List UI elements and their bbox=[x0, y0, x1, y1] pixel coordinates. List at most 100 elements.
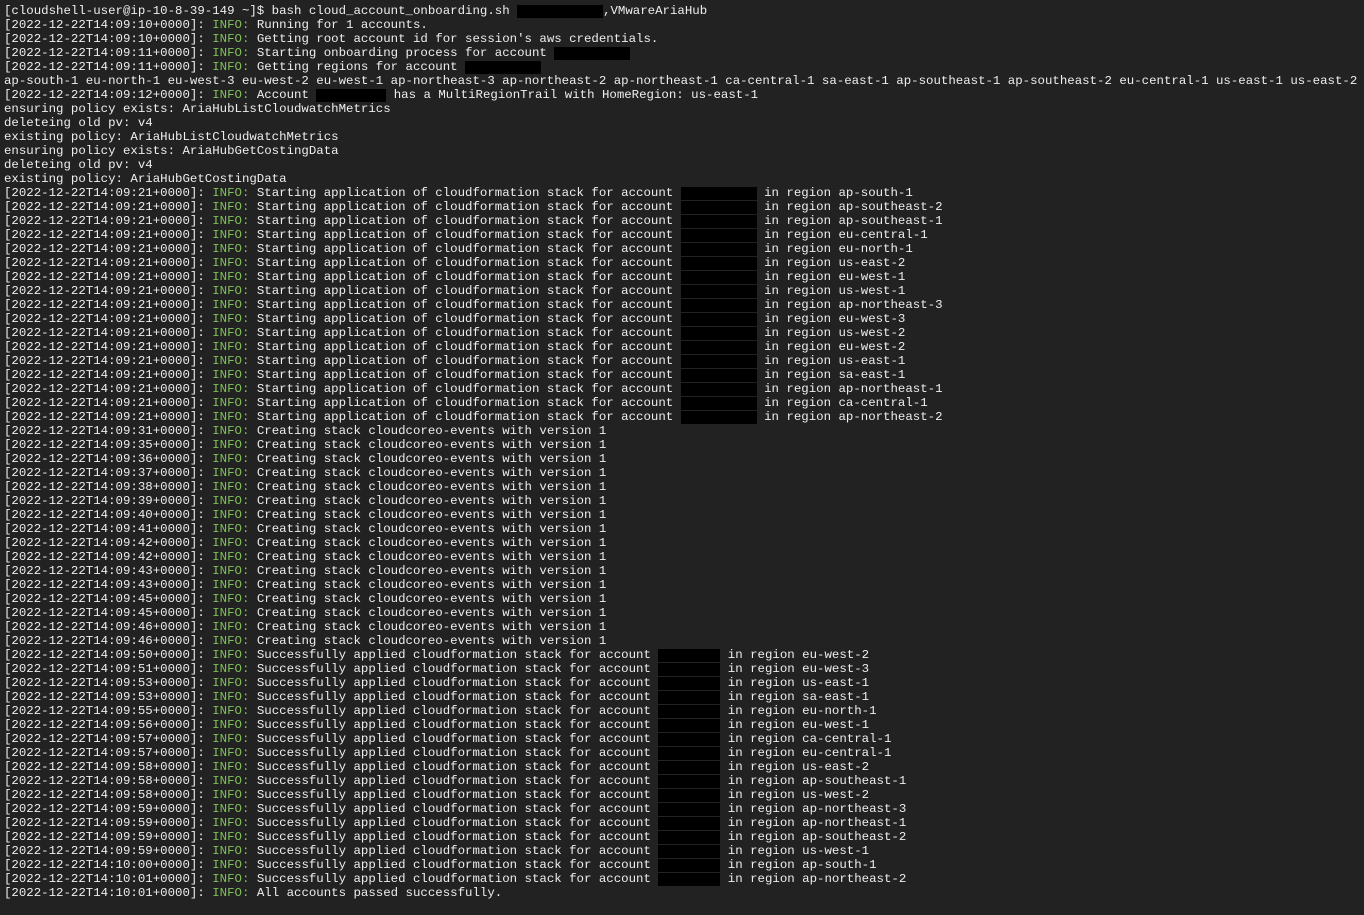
timestamp: [2022-12-22T14:09:36+0000]: bbox=[4, 452, 212, 466]
redacted-text bbox=[658, 649, 720, 662]
log-line: ensuring policy exists: AriaHubListCloud… bbox=[4, 102, 1360, 116]
log-message: in region eu-west-2 bbox=[720, 648, 869, 662]
log-level-info: INFO: bbox=[212, 256, 249, 270]
timestamp: [2022-12-22T14:09:57+0000]: bbox=[4, 746, 212, 760]
log-message: Starting onboarding process for account bbox=[249, 46, 554, 60]
log-line: [2022-12-22T14:10:01+0000]: INFO: All ac… bbox=[4, 886, 1360, 900]
command-text: bash cloud_account_onboarding.sh bbox=[264, 4, 517, 18]
timestamp: [2022-12-22T14:09:39+0000]: bbox=[4, 494, 212, 508]
log-message: in region eu-central-1 bbox=[720, 746, 891, 760]
log-message: Starting application of cloudformation s… bbox=[249, 368, 680, 382]
log-message: Starting application of cloudformation s… bbox=[249, 326, 680, 340]
log-line: ensuring policy exists: AriaHubGetCostin… bbox=[4, 144, 1360, 158]
redacted-text bbox=[681, 271, 757, 284]
log-message: in region ap-northeast-1 bbox=[757, 382, 943, 396]
timestamp: [2022-12-22T14:09:57+0000]: bbox=[4, 732, 212, 746]
redacted-text bbox=[681, 285, 757, 298]
log-message: in region ap-south-1 bbox=[757, 186, 913, 200]
log-message: in region ap-northeast-3 bbox=[720, 802, 906, 816]
redacted-text bbox=[658, 705, 720, 718]
log-level-info: INFO: bbox=[212, 662, 249, 676]
redacted-text bbox=[681, 327, 757, 340]
log-level-info: INFO: bbox=[212, 466, 249, 480]
log-message: Creating stack cloudcoreo-events with ve… bbox=[249, 606, 606, 620]
redacted-text bbox=[658, 831, 720, 844]
log-line: [2022-12-22T14:10:01+0000]: INFO: Succes… bbox=[4, 872, 1360, 886]
log-level-info: INFO: bbox=[212, 634, 249, 648]
log-message: in region ap-northeast-2 bbox=[720, 872, 906, 886]
log-line: [2022-12-22T14:09:21+0000]: INFO: Starti… bbox=[4, 186, 1360, 200]
log-message: Successfully applied cloudformation stac… bbox=[249, 746, 658, 760]
timestamp: [2022-12-22T14:09:10+0000]: bbox=[4, 18, 212, 32]
log-message: in region us-east-2 bbox=[720, 760, 869, 774]
timestamp: [2022-12-22T14:09:11+0000]: bbox=[4, 46, 212, 60]
log-message: Successfully applied cloudformation stac… bbox=[249, 872, 658, 886]
timestamp: [2022-12-22T14:09:53+0000]: bbox=[4, 690, 212, 704]
log-level-info: INFO: bbox=[212, 494, 249, 508]
log-level-info: INFO: bbox=[212, 536, 249, 550]
log-message: Starting application of cloudformation s… bbox=[249, 340, 680, 354]
log-level-info: INFO: bbox=[212, 312, 249, 326]
log-message: ensuring policy exists: AriaHubGetCostin… bbox=[4, 144, 339, 158]
log-message: deleteing old pv: v4 bbox=[4, 116, 153, 130]
log-level-info: INFO: bbox=[212, 326, 249, 340]
log-level-info: INFO: bbox=[212, 774, 249, 788]
log-message: Successfully applied cloudformation stac… bbox=[249, 774, 658, 788]
log-message: in region eu-west-3 bbox=[720, 662, 869, 676]
log-level-info: INFO: bbox=[212, 410, 249, 424]
log-message: Successfully applied cloudformation stac… bbox=[249, 760, 658, 774]
log-line: [2022-12-22T14:09:21+0000]: INFO: Starti… bbox=[4, 228, 1360, 242]
log-message: Creating stack cloudcoreo-events with ve… bbox=[249, 452, 606, 466]
log-line: [2022-12-22T14:09:21+0000]: INFO: Starti… bbox=[4, 270, 1360, 284]
redacted-text bbox=[554, 47, 630, 60]
redacted-text bbox=[658, 761, 720, 774]
log-level-info: INFO: bbox=[212, 88, 249, 102]
log-line: [2022-12-22T14:09:21+0000]: INFO: Starti… bbox=[4, 410, 1360, 424]
log-line: [2022-12-22T14:09:50+0000]: INFO: Succes… bbox=[4, 648, 1360, 662]
log-message: in region us-east-2 bbox=[757, 256, 906, 270]
log-level-info: INFO: bbox=[212, 354, 249, 368]
timestamp: [2022-12-22T14:09:21+0000]: bbox=[4, 186, 212, 200]
redacted-text bbox=[316, 89, 386, 102]
log-line: [2022-12-22T14:09:58+0000]: INFO: Succes… bbox=[4, 774, 1360, 788]
regions-list: ap-south-1 eu-north-1 eu-west-3 eu-west-… bbox=[4, 74, 1360, 88]
log-message: existing policy: AriaHubGetCostingData bbox=[4, 172, 287, 186]
timestamp: [2022-12-22T14:09:21+0000]: bbox=[4, 256, 212, 270]
log-message: Starting application of cloudformation s… bbox=[249, 284, 680, 298]
log-message: Successfully applied cloudformation stac… bbox=[249, 844, 658, 858]
log-level-info: INFO: bbox=[212, 550, 249, 564]
log-message: Creating stack cloudcoreo-events with ve… bbox=[249, 438, 606, 452]
log-message: in region ca-central-1 bbox=[757, 396, 928, 410]
log-level-info: INFO: bbox=[212, 368, 249, 382]
log-message: Successfully applied cloudformation stac… bbox=[249, 648, 658, 662]
terminal-output[interactable]: [cloudshell-user@ip-10-8-39-149 ~]$ bash… bbox=[0, 0, 1364, 906]
log-message: existing policy: AriaHubListCloudwatchMe… bbox=[4, 130, 339, 144]
log-level-info: INFO: bbox=[212, 228, 249, 242]
log-message: in region eu-west-2 bbox=[757, 340, 906, 354]
log-message: Getting root account id for session's aw… bbox=[249, 32, 658, 46]
log-message: in region us-west-2 bbox=[720, 788, 869, 802]
timestamp: [2022-12-22T14:09:42+0000]: bbox=[4, 550, 212, 564]
log-message: Starting application of cloudformation s… bbox=[249, 214, 680, 228]
log-level-info: INFO: bbox=[212, 858, 249, 872]
log-message: Successfully applied cloudformation stac… bbox=[249, 830, 658, 844]
redacted-text bbox=[658, 817, 720, 830]
log-level-info: INFO: bbox=[212, 424, 249, 438]
log-message: Starting application of cloudformation s… bbox=[249, 200, 680, 214]
redacted-text bbox=[681, 313, 757, 326]
log-message: Successfully applied cloudformation stac… bbox=[249, 788, 658, 802]
regions-text: ap-south-1 eu-north-1 eu-west-3 eu-west-… bbox=[4, 74, 1364, 88]
log-line: [2022-12-22T14:09:10+0000]: INFO: Runnin… bbox=[4, 18, 1360, 32]
log-line: [2022-12-22T14:09:36+0000]: INFO: Creati… bbox=[4, 452, 1360, 466]
log-line: [2022-12-22T14:09:57+0000]: INFO: Succes… bbox=[4, 732, 1360, 746]
log-message: Successfully applied cloudformation stac… bbox=[249, 802, 658, 816]
log-line: deleteing old pv: v4 bbox=[4, 158, 1360, 172]
log-message: Successfully applied cloudformation stac… bbox=[249, 676, 658, 690]
log-message: Creating stack cloudcoreo-events with ve… bbox=[249, 536, 606, 550]
log-line: [2022-12-22T14:09:39+0000]: INFO: Creati… bbox=[4, 494, 1360, 508]
timestamp: [2022-12-22T14:09:21+0000]: bbox=[4, 298, 212, 312]
log-level-info: INFO: bbox=[212, 760, 249, 774]
timestamp: [2022-12-22T14:09:53+0000]: bbox=[4, 676, 212, 690]
log-line: existing policy: AriaHubGetCostingData bbox=[4, 172, 1360, 186]
log-line: [2022-12-22T14:09:56+0000]: INFO: Succes… bbox=[4, 718, 1360, 732]
